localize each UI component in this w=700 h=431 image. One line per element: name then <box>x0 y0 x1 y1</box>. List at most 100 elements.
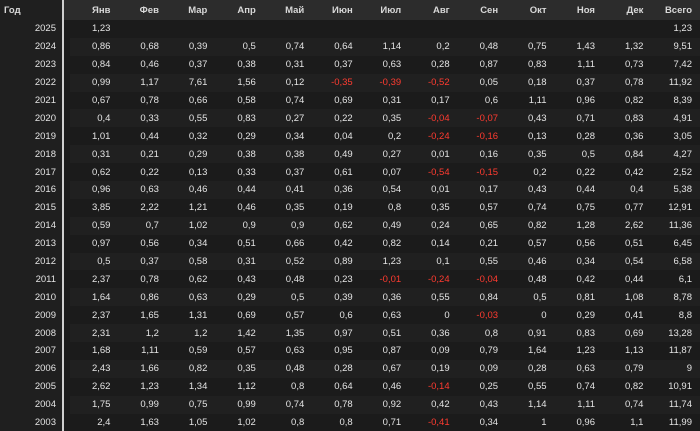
table-row[interactable]: 2003 2,4 1,63 1,05 1,02 0,8 0,8 0,71 -0,41 0,34 1 0… <box>0 413 700 431</box>
table-cell[interactable]: 0,39 <box>166 37 216 56</box>
table-cell[interactable] <box>263 20 313 38</box>
table-cell[interactable]: 0,97 <box>312 324 361 343</box>
table-cell[interactable]: 0,75 <box>506 37 555 56</box>
table-cell[interactable]: 0,62 <box>312 216 361 235</box>
table-cell[interactable]: 1,56 <box>215 73 264 92</box>
table-cell[interactable]: 0,43 <box>506 181 555 199</box>
row-year-cell[interactable]: 2005 <box>0 377 63 396</box>
table-cell[interactable]: 1,23 <box>70 20 119 38</box>
table-row[interactable]: 2007 1,68 1,11 0,59 0,57 0,63 0,95 0,87 0,09 0,79… <box>0 342 700 360</box>
table-cell[interactable]: 0,43 <box>457 395 507 414</box>
table-cell[interactable]: 0,34 <box>457 413 507 431</box>
row-year-cell[interactable]: 2016 <box>0 181 63 199</box>
table-cell[interactable]: 0,42 <box>312 234 361 253</box>
row-year-cell[interactable]: 2019 <box>0 127 63 146</box>
table-cell[interactable]: 0,57 <box>215 342 264 360</box>
table-cell[interactable]: 0,61 <box>312 163 361 182</box>
table-cell[interactable]: 0,48 <box>263 359 313 378</box>
table-cell[interactable]: 0,57 <box>263 306 313 325</box>
table-cell[interactable]: 0,71 <box>554 109 603 128</box>
table-row[interactable]: 2025 1,23 1,23 <box>0 20 700 38</box>
table-cell[interactable]: 0,54 <box>602 252 652 271</box>
table-cell[interactable]: 0,73 <box>602 55 652 74</box>
table-cell[interactable]: 0,35 <box>506 145 555 164</box>
table-cell[interactable]: 0,46 <box>215 198 264 217</box>
table-cell[interactable]: 0,8 <box>312 413 361 431</box>
table-cell[interactable]: 6,1 <box>651 270 700 289</box>
column-header[interactable]: Мар <box>166 0 216 20</box>
table-cell[interactable]: 0,8 <box>263 377 313 396</box>
table-cell[interactable] <box>118 20 167 38</box>
table-cell[interactable]: 1,12 <box>215 377 264 396</box>
row-year-cell[interactable]: 2006 <box>0 359 63 378</box>
table-cell[interactable]: 1,08 <box>602 288 652 307</box>
column-header[interactable]: Июл <box>360 0 410 20</box>
table-cell[interactable]: 0,49 <box>312 145 361 164</box>
table-cell[interactable]: 0,35 <box>360 109 410 128</box>
table-cell[interactable]: 0,36 <box>409 324 458 343</box>
column-header[interactable]: Всего <box>651 0 700 20</box>
table-cell[interactable]: 0,49 <box>360 216 410 235</box>
table-cell[interactable]: 0,37 <box>554 73 603 92</box>
table-cell[interactable]: 0,74 <box>554 377 603 396</box>
table-cell[interactable]: 0,22 <box>118 163 167 182</box>
table-cell[interactable]: 0,89 <box>312 252 361 271</box>
table-cell[interactable]: 2,37 <box>70 306 119 325</box>
row-year-cell[interactable]: 2022 <box>0 73 63 92</box>
table-row[interactable]: 2010 1,64 0,86 0,63 0,29 0,5 0,39 0,36 0,55 0,84 0… <box>0 288 700 307</box>
row-year-cell[interactable]: 2018 <box>0 145 63 164</box>
table-cell[interactable]: 1,2 <box>118 324 167 343</box>
table-cell[interactable]: 0,63 <box>166 288 216 307</box>
table-row[interactable]: 2012 0,5 0,37 0,58 0,31 0,52 0,89 1,23 0,1 0,55 0,… <box>0 252 700 271</box>
table-cell[interactable]: 0,64 <box>312 377 361 396</box>
table-row[interactable]: 2017 0,62 0,22 0,13 0,33 0,37 0,61 0,07 -0,54 -0,… <box>0 163 700 182</box>
table-cell[interactable]: 0,44 <box>215 181 264 199</box>
table-cell[interactable]: 11,87 <box>651 342 700 360</box>
table-cell[interactable]: 2,22 <box>118 198 167 217</box>
table-cell[interactable]: 0,55 <box>409 288 458 307</box>
table-cell[interactable]: 0,65 <box>457 216 507 235</box>
table-cell[interactable]: -0,01 <box>360 270 410 289</box>
table-cell[interactable]: 0,81 <box>554 288 603 307</box>
table-cell[interactable]: 0,01 <box>409 181 458 199</box>
table-cell[interactable]: 11,74 <box>651 395 700 414</box>
table-row[interactable]: 2008 2,31 1,2 1,2 1,42 1,35 0,97 0,51 0,36 0,8 0,9… <box>0 324 700 343</box>
table-cell[interactable]: 0,43 <box>215 270 264 289</box>
table-cell[interactable]: 0,07 <box>360 163 410 182</box>
table-cell[interactable]: 0,5 <box>215 37 264 56</box>
table-cell[interactable]: 1,35 <box>263 324 313 343</box>
table-cell[interactable]: 1,11 <box>554 55 603 74</box>
table-cell[interactable]: -0,39 <box>360 73 410 92</box>
table-cell[interactable]: 0,86 <box>118 288 167 307</box>
table-cell[interactable]: 0,46 <box>166 181 216 199</box>
table-cell[interactable]: 1,63 <box>118 413 167 431</box>
table-cell[interactable]: 0,05 <box>457 73 507 92</box>
row-year-cell[interactable]: 2023 <box>0 55 63 74</box>
table-cell[interactable]: 4,91 <box>651 109 700 128</box>
table-cell[interactable]: 2,52 <box>651 163 700 182</box>
table-cell[interactable]: 1,11 <box>554 395 603 414</box>
table-cell[interactable]: 12,91 <box>651 198 700 217</box>
table-cell[interactable]: -0,16 <box>457 127 507 146</box>
table-cell[interactable]: 0,52 <box>263 252 313 271</box>
table-cell[interactable]: 8,78 <box>651 288 700 307</box>
table-cell[interactable]: 0,69 <box>312 91 361 110</box>
table-cell[interactable]: 1,66 <box>118 359 167 378</box>
table-cell[interactable]: 0,13 <box>166 163 216 182</box>
table-cell[interactable]: 0,42 <box>602 163 652 182</box>
table-cell[interactable]: 1,68 <box>70 342 119 360</box>
table-cell[interactable]: 0,35 <box>409 198 458 217</box>
table-row[interactable]: 2011 2,37 0,78 0,62 0,43 0,48 0,23 -0,01 -0,24 -0… <box>0 270 700 289</box>
table-cell[interactable]: 1,17 <box>118 73 167 92</box>
table-cell[interactable]: 0,48 <box>457 37 507 56</box>
table-cell[interactable]: 1,02 <box>215 413 264 431</box>
table-cell[interactable]: -0,15 <box>457 163 507 182</box>
table-cell[interactable]: 0,19 <box>409 359 458 378</box>
table-cell[interactable]: 1,32 <box>602 37 652 56</box>
table-cell[interactable]: 0,97 <box>70 234 119 253</box>
table-cell[interactable]: 0,36 <box>360 288 410 307</box>
table-cell[interactable]: 0,14 <box>409 234 458 253</box>
table-cell[interactable]: 1,65 <box>118 306 167 325</box>
table-cell[interactable]: 0,24 <box>409 216 458 235</box>
table-cell[interactable]: 0,74 <box>263 91 313 110</box>
